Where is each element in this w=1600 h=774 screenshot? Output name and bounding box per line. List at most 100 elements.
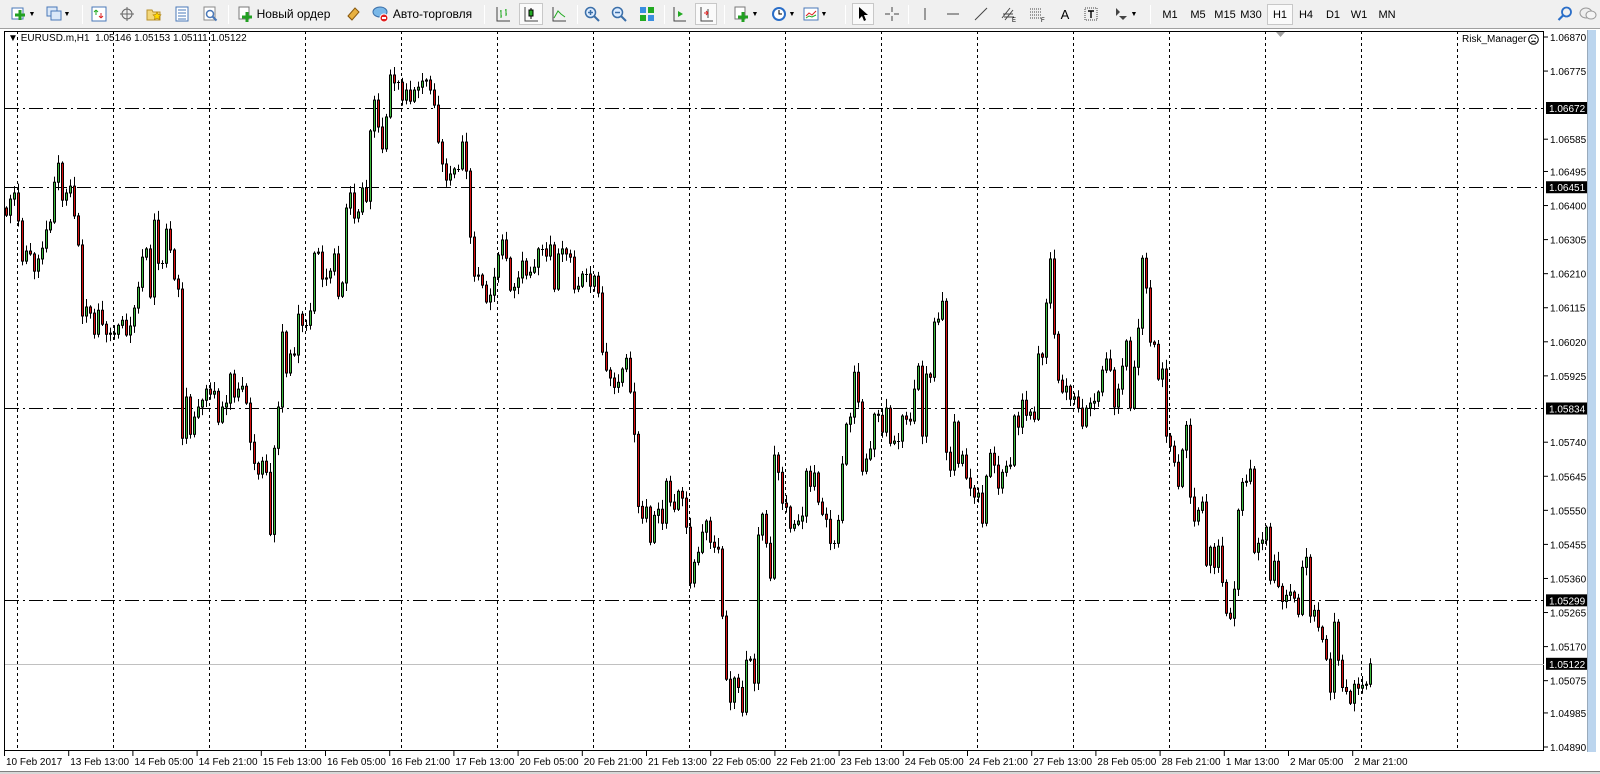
chart-shift-marker	[1276, 32, 1285, 37]
candle	[73, 176, 76, 219]
candle-body	[101, 309, 104, 325]
candle	[757, 527, 760, 690]
candle-body	[1309, 556, 1312, 617]
candle-body	[209, 388, 212, 395]
candle-body	[529, 271, 532, 276]
candle-body	[633, 391, 636, 435]
candle-body	[929, 373, 932, 378]
candle-body	[657, 508, 660, 516]
candle-body	[641, 505, 644, 519]
candle-body	[253, 441, 256, 464]
candle	[1049, 252, 1052, 309]
candle	[1133, 360, 1136, 410]
candle-body	[1197, 509, 1200, 522]
candle	[925, 366, 928, 443]
candle	[1105, 352, 1108, 374]
candle	[233, 369, 236, 403]
candle	[997, 455, 1000, 495]
candle	[597, 271, 600, 298]
candle	[29, 243, 32, 256]
risk-manager-indicator[interactable]: Risk_Manager	[1462, 34, 1540, 45]
candle-body	[581, 273, 584, 287]
candle	[409, 80, 412, 105]
candle-body	[357, 211, 360, 219]
candle-body	[1265, 526, 1268, 541]
candle-body	[869, 448, 872, 460]
candle-body	[117, 324, 120, 335]
candle-body	[105, 323, 108, 335]
candle-body	[965, 454, 968, 479]
candle	[1245, 474, 1248, 487]
candle	[717, 537, 720, 554]
candle-body	[1189, 424, 1192, 498]
candle-body	[1117, 388, 1120, 408]
candle-body	[377, 99, 380, 128]
candle-body	[365, 187, 368, 202]
price-tick-label: 1.04890	[1550, 743, 1587, 754]
candle	[1297, 593, 1300, 618]
candle-body	[693, 561, 696, 584]
candle-body	[1077, 396, 1080, 409]
candle	[897, 433, 900, 450]
time-label: 20 Feb 21:00	[584, 757, 643, 768]
candle	[937, 312, 940, 326]
candle-body	[37, 258, 40, 272]
candle	[213, 381, 216, 399]
candlestick-chart[interactable]: 1.06870 1.06775 1.06585 1.06495 1.06400 1.063…	[0, 0, 1600, 774]
candle-body	[5, 207, 8, 216]
candle-body	[845, 423, 848, 465]
candle-body	[981, 492, 984, 524]
candle-body	[653, 514, 656, 543]
candle	[1321, 625, 1324, 643]
candle-body	[1361, 684, 1364, 689]
candle	[133, 305, 136, 333]
price-tick-label: 1.06585	[1550, 135, 1587, 146]
candle	[1353, 679, 1356, 712]
candle	[1229, 607, 1232, 621]
candle	[201, 398, 204, 416]
candle-body	[1193, 496, 1196, 522]
candle-body	[705, 520, 708, 533]
candle	[185, 387, 188, 444]
candle-body	[425, 79, 428, 82]
candle-body	[773, 454, 776, 579]
candle-body	[1061, 379, 1064, 393]
candle-body	[1113, 369, 1116, 408]
candle-body	[313, 252, 316, 312]
time-label: 14 Feb 05:00	[134, 757, 193, 768]
candle	[221, 401, 224, 424]
candle-body	[413, 89, 416, 102]
candle-body	[25, 250, 28, 262]
candle	[197, 398, 200, 419]
candle-body	[389, 74, 392, 118]
candle	[261, 456, 264, 479]
candle	[1369, 658, 1372, 688]
candle	[653, 511, 656, 545]
bid-price-label: 1.05122	[1549, 660, 1586, 671]
candle	[1341, 654, 1344, 692]
candle-body	[165, 228, 168, 264]
candle	[553, 241, 556, 293]
vertical-scrollbar[interactable]	[1587, 30, 1596, 752]
ohlc-low: 1.05111	[173, 33, 208, 44]
candle	[833, 540, 836, 549]
candle-body	[1081, 407, 1084, 427]
candle	[905, 411, 908, 425]
candle	[981, 485, 984, 528]
candle	[685, 491, 688, 534]
candle	[1325, 635, 1328, 661]
candle-body	[697, 551, 700, 563]
time-label: 2 Mar 05:00	[1290, 757, 1344, 768]
candle	[829, 509, 832, 551]
candle	[1061, 374, 1064, 394]
candle	[1141, 255, 1144, 335]
candle	[265, 454, 268, 476]
candle	[577, 276, 580, 293]
collapse-triangle-icon[interactable]: ▼	[8, 33, 21, 44]
candle-body	[1129, 340, 1132, 409]
candle-body	[285, 331, 288, 374]
price-tick-label: 1.05645	[1550, 472, 1587, 483]
candle	[909, 412, 912, 426]
candle-body	[53, 181, 56, 223]
candle	[709, 516, 712, 550]
